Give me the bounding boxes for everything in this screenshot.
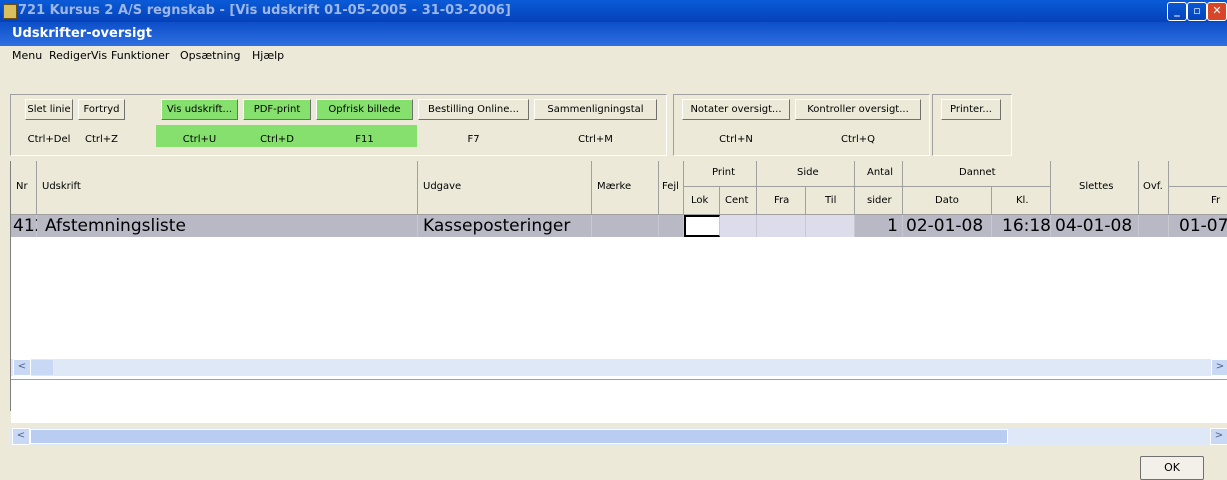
minimize-icon[interactable]: _ <box>1167 2 1187 21</box>
toolbar-group-oversigt: Notater oversigt... Ctrl+N Kontroller ov… <box>673 94 930 156</box>
header-nr[interactable]: Nr <box>11 161 37 215</box>
vis-udskrift-shortcut: Ctrl+U <box>182 134 217 145</box>
header-lok[interactable]: Lok <box>684 187 720 215</box>
detail-panel <box>11 379 1227 423</box>
restore-icon[interactable]: ▫ <box>1187 2 1207 21</box>
cell-kl[interactable]: 16:18 <box>992 215 1051 237</box>
cell-fejl[interactable] <box>659 215 684 237</box>
toolbar-group-printer: Printer... <box>932 94 1012 156</box>
close-icon[interactable]: ✕ <box>1207 2 1227 21</box>
header-fra-2[interactable]: Fr <box>1169 187 1227 215</box>
upper-scroll-thumb[interactable] <box>31 360 53 375</box>
cell-nr[interactable]: 412 <box>11 215 45 237</box>
header-fra[interactable]: Fra <box>757 187 806 215</box>
cell-slettes[interactable]: 04-01-08 <box>1051 215 1139 237</box>
pdf-print-shortcut: Ctrl+D <box>260 134 294 145</box>
lower-scroll-thumb[interactable] <box>30 429 1008 444</box>
sammenligningstal-button[interactable]: Sammenligningstal <box>534 99 657 120</box>
menu-opsaetning[interactable]: Opsætning <box>180 49 240 62</box>
subwindow-title: Udskrifter-oversigt <box>12 26 152 41</box>
cell-side-til[interactable] <box>806 215 855 237</box>
scroll-right-icon[interactable]: > <box>1211 359 1227 376</box>
header-blank <box>1169 161 1227 187</box>
header-print: Print <box>684 161 757 187</box>
printer-button[interactable]: Printer... <box>941 99 1001 120</box>
header-side: Side <box>757 161 855 187</box>
lower-horizontal-scrollbar[interactable]: < > <box>10 428 1227 445</box>
ok-button[interactable]: OK <box>1140 456 1204 480</box>
fortryd-button[interactable]: Fortryd <box>78 99 125 120</box>
cell-maerke[interactable] <box>592 215 659 237</box>
notater-oversigt-button[interactable]: Notater oversigt... <box>682 99 790 120</box>
menu-menu[interactable]: Menu <box>12 49 42 62</box>
opfrisk-billede-button[interactable]: Opfrisk billede <box>316 99 413 120</box>
header-fejl[interactable]: Fejl <box>659 161 684 215</box>
cell-side-fra[interactable] <box>757 215 806 237</box>
header-cent[interactable]: Cent <box>720 187 757 215</box>
menu-bar: Menu Rediger Vis Funktioner Opsætning Hj… <box>0 46 1227 66</box>
scroll-left-icon-2[interactable]: < <box>12 428 30 445</box>
menu-rediger[interactable]: Rediger <box>49 49 91 62</box>
bestilling-online-shortcut: F7 <box>467 134 480 145</box>
menu-hjaelp[interactable]: Hjælp <box>252 49 284 62</box>
scroll-right-icon-2[interactable]: > <box>1210 428 1227 445</box>
bestilling-online-button[interactable]: Bestilling Online... <box>418 99 529 120</box>
kontroller-oversigt-button[interactable]: Kontroller oversigt... <box>795 99 921 120</box>
subwindow-header: Udskrifter-oversigt <box>0 22 1227 46</box>
cell-dato[interactable]: 02-01-08 <box>903 215 992 237</box>
header-udgave[interactable]: Udgave <box>418 161 592 215</box>
pdf-print-button[interactable]: PDF-print <box>243 99 311 120</box>
slet-linie-button[interactable]: Slet linie <box>25 99 73 120</box>
cell-lok[interactable] <box>684 215 720 237</box>
cell-fra-2[interactable]: 01-07 <box>1169 215 1227 237</box>
cell-udskrift[interactable]: Afstemningsliste <box>37 215 418 237</box>
slet-linie-shortcut: Ctrl+Del <box>27 134 71 145</box>
window-title-bar[interactable]: 721 Kursus 2 A/S regnskab - [Vis udskrif… <box>0 0 1227 22</box>
toolbar-group-edit: Slet linie Ctrl+Del Fortryd Ctrl+Z Vis u… <box>10 94 667 156</box>
header-til[interactable]: Til <box>806 187 855 215</box>
menu-funktioner[interactable]: Funktioner <box>111 49 169 62</box>
sammenligningstal-shortcut: Ctrl+M <box>578 134 613 145</box>
app-icon <box>3 4 17 19</box>
opfrisk-billede-shortcut: F11 <box>355 134 374 145</box>
cell-ovf[interactable] <box>1139 215 1169 237</box>
fortryd-shortcut: Ctrl+Z <box>84 134 119 145</box>
cell-udgave[interactable]: Kasseposteringer <box>418 215 592 237</box>
vis-udskrift-button[interactable]: Vis udskrift... <box>161 99 238 120</box>
window-title: 721 Kursus 2 A/S regnskab - [Vis udskrif… <box>18 3 511 18</box>
kontroller-oversigt-shortcut: Ctrl+Q <box>840 134 876 145</box>
upper-horizontal-scrollbar[interactable]: < > <box>11 359 1227 376</box>
header-dato[interactable]: Dato <box>903 187 992 215</box>
header-maerke[interactable]: Mærke <box>592 161 659 215</box>
header-slettes[interactable]: Slettes <box>1051 161 1139 215</box>
header-kl[interactable]: Kl. <box>992 187 1051 215</box>
header-udskrift[interactable]: Udskrift <box>37 161 418 215</box>
toolbar: Slet linie Ctrl+Del Fortryd Ctrl+Z Vis u… <box>10 92 1227 158</box>
header-sider[interactable]: sider <box>855 187 903 215</box>
header-ovf[interactable]: Ovf. <box>1139 161 1169 215</box>
cell-antal[interactable]: 1 <box>855 215 903 237</box>
scroll-left-icon[interactable]: < <box>13 359 31 376</box>
notater-oversigt-shortcut: Ctrl+N <box>719 134 753 145</box>
menu-vis[interactable]: Vis <box>91 49 107 62</box>
cell-cent[interactable] <box>720 215 757 237</box>
udskrifter-grid[interactable]: Nr Udskrift Udgave Mærke Fejl Print Lok … <box>10 161 1227 423</box>
header-dannet: Dannet <box>903 161 1051 187</box>
header-antal[interactable]: Antal <box>855 161 903 187</box>
